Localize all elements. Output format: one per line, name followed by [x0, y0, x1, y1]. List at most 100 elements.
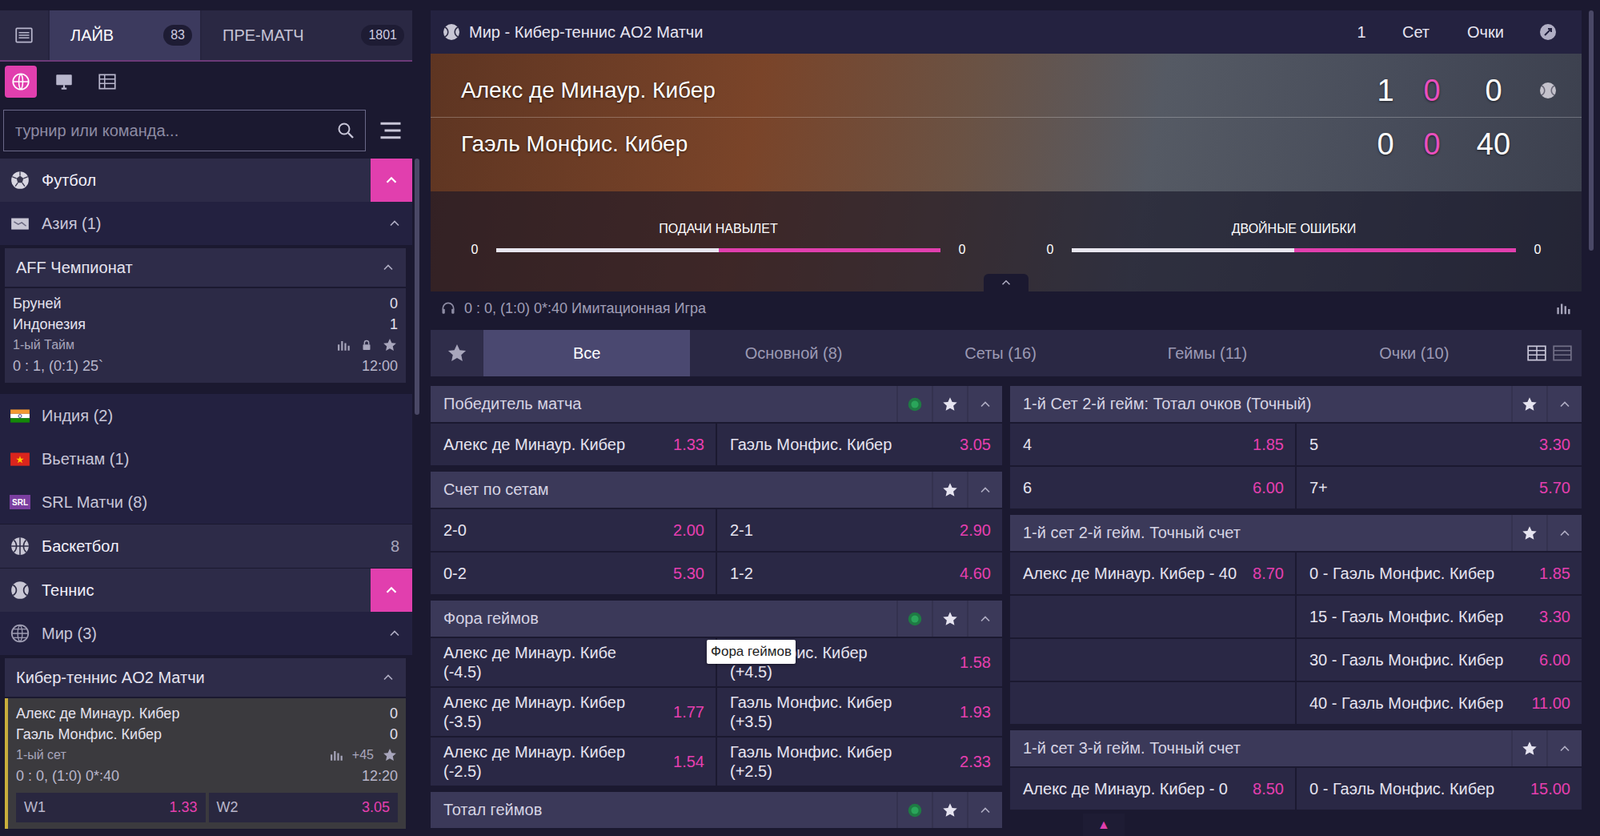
filter-menu-icon[interactable] — [378, 118, 403, 143]
match-card[interactable]: Бруней0Индонезия11-ый Тайм0 : 1, (0:1) 2… — [4, 288, 406, 383]
market-tab[interactable]: Очки (10) — [1311, 329, 1518, 377]
market-tab[interactable]: Геймы (11) — [1103, 329, 1311, 377]
view-mode[interactable] — [4, 65, 37, 98]
view-mode[interactable] — [91, 65, 124, 98]
market-header[interactable]: 1-й сет 3-й гейм. Точный счет — [1010, 729, 1582, 766]
collapse-slot[interactable] — [1546, 514, 1582, 551]
favorite-slot[interactable] — [931, 600, 967, 637]
odds-cell[interactable]: 1-24.60 — [717, 552, 1003, 594]
collapse-button[interactable] — [370, 259, 406, 276]
favorites-tab[interactable] — [430, 329, 484, 377]
league-item[interactable]: AFF Чемпионат — [4, 248, 406, 287]
menu-box[interactable] — [0, 10, 49, 61]
collapse-button[interactable] — [370, 568, 413, 612]
region-item[interactable]: Азия (1) — [0, 201, 413, 245]
market-tab[interactable]: Все — [483, 329, 690, 377]
collapse-slot[interactable] — [1546, 729, 1582, 766]
odds-cell[interactable]: 66.00 — [1010, 466, 1296, 509]
sport-item[interactable]: Баскетбол8 — [0, 523, 413, 568]
league-item[interactable]: Кибер-теннис AO2 Матчи — [4, 657, 406, 697]
view-mode[interactable] — [48, 65, 81, 98]
collapse-tab[interactable] — [983, 273, 1029, 292]
favorite-slot[interactable] — [1511, 385, 1547, 422]
odds-cell[interactable]: 30 - Гаэль Монфис. Кибер6.00 — [1296, 638, 1582, 681]
stats-icon[interactable] — [328, 746, 345, 763]
odds-cell[interactable]: 2-02.00 — [430, 509, 716, 551]
collapse-button[interactable] — [376, 215, 413, 232]
sidebar-scrollbar[interactable] — [412, 10, 422, 836]
star-icon[interactable] — [381, 336, 398, 353]
search-icon[interactable] — [336, 120, 356, 141]
market-header[interactable]: Победитель матча — [430, 385, 1003, 422]
top-tab[interactable]: ПРЕ-МАТЧ1801 — [201, 10, 413, 61]
stats-icon[interactable] — [335, 336, 352, 353]
list-icon[interactable] — [13, 24, 35, 46]
scroll-thumb[interactable] — [414, 158, 420, 415]
odds-cell[interactable]: 40 - Гаэль Монфис. Кибер11.00 — [1296, 681, 1582, 724]
list-layout-icon[interactable] — [1551, 342, 1573, 364]
market-header[interactable]: Фора геймов — [430, 600, 1003, 637]
odds-cell[interactable]: Алекс де Минаур. Кибер1.33 — [430, 423, 716, 466]
collapse-slot[interactable] — [1546, 385, 1582, 422]
market-tab[interactable]: Сеты (16) — [897, 329, 1104, 377]
odds-cell[interactable]: 7+5.70 — [1296, 466, 1582, 509]
collapse-slot[interactable] — [966, 600, 1003, 637]
collapse-slot[interactable] — [966, 471, 1003, 508]
odd-button[interactable]: W11.33 — [16, 792, 206, 823]
live-stream-icon[interactable] — [906, 801, 924, 819]
market-tab[interactable]: Основной (8) — [689, 329, 897, 377]
odds-cell[interactable]: 15 - Гаэль Монфис. Кибер3.30 — [1296, 595, 1582, 638]
odds-cell[interactable]: Гаэль Монфис. Кибер(+2.5)2.33 — [717, 737, 1003, 786]
scroll-thumb[interactable] — [1588, 10, 1594, 251]
market-header[interactable]: 1-й сет 2-й гейм. Точный счет — [1010, 514, 1582, 551]
match-card[interactable]: Алекс де Минаур. Кибер0Гаэль Монфис. Киб… — [4, 697, 406, 829]
odds-cell[interactable]: Алекс де Минаур. Кибер - 408.70 — [1010, 552, 1296, 594]
odds-cell[interactable]: Алекс де Минаур. Кибер(-2.5)1.54 — [430, 737, 716, 786]
odd-button[interactable]: W23.05 — [208, 792, 399, 823]
sport-item[interactable]: Футбол — [0, 157, 413, 202]
live-stream-icon[interactable] — [906, 395, 924, 414]
odds-cell[interactable]: 0 - Гаэль Монфис. Кибер1.85 — [1296, 552, 1582, 594]
favorite-slot[interactable] — [931, 471, 967, 508]
star-icon[interactable] — [381, 746, 398, 763]
collapse-button[interactable] — [370, 669, 406, 686]
odds-cell[interactable]: 0-25.30 — [430, 552, 716, 594]
odds-cell[interactable]: 53.30 — [1296, 423, 1582, 466]
stats-icon[interactable] — [1554, 299, 1572, 317]
main-scrollbar[interactable] — [1581, 10, 1600, 836]
odds-cell[interactable]: 2-12.90 — [717, 509, 1003, 551]
favorite-slot[interactable] — [931, 385, 967, 422]
collapse-button[interactable] — [376, 625, 413, 642]
collapse-button[interactable] — [370, 158, 413, 202]
top-tab[interactable]: ЛАЙВ83 — [49, 10, 201, 61]
favorite-slot[interactable] — [1511, 514, 1547, 551]
odds-cell[interactable]: 41.85 — [1010, 423, 1296, 466]
collapse-slot[interactable] — [966, 791, 1003, 828]
region-item[interactable]: SRLSRL Матчи (8) — [0, 480, 413, 524]
quick-odds: W11.33W23.05 — [16, 792, 398, 823]
headset-icon — [440, 300, 457, 317]
market-header[interactable]: 1-й Сет 2-й гейм: Тотал очков (Точный) — [1010, 385, 1582, 422]
favorite-slot[interactable] — [931, 791, 967, 828]
toggle-icon[interactable] — [1538, 22, 1558, 42]
odds-cell[interactable]: Алекс де Минаур. Кибе(-4.5) — [430, 637, 716, 686]
region-item[interactable]: Мир (3) — [0, 611, 413, 655]
market-header[interactable]: Тотал геймов — [430, 791, 1003, 828]
live-stream-icon[interactable] — [906, 609, 924, 628]
odds-cell[interactable]: Алекс де Минаур. Кибер - 08.50 — [1010, 767, 1296, 810]
odds-cell[interactable]: 0 - Гаэль Монфис. Кибер15.00 — [1296, 767, 1582, 810]
grid-layout-icon[interactable] — [1526, 342, 1548, 364]
collapse-slot[interactable] — [966, 385, 1003, 422]
search-input[interactable] — [13, 120, 337, 141]
scroll-top-button[interactable]: ▲ — [1082, 813, 1125, 836]
market-header[interactable]: Счет по сетам — [430, 471, 1003, 508]
search-field[interactable] — [3, 109, 366, 152]
markets-count[interactable]: +45 — [352, 747, 374, 762]
odds-cell[interactable]: Гаэль Монфис. Кибер(+3.5)1.93 — [717, 687, 1003, 736]
odds-cell[interactable]: Гаэль Монфис. Кибер3.05 — [717, 423, 1003, 466]
odds-cell[interactable]: Алекс де Минаур. Кибер(-3.5)1.77 — [430, 687, 716, 736]
favorite-slot[interactable] — [1511, 729, 1547, 766]
region-item[interactable]: Индия (2) — [0, 393, 413, 438]
region-item[interactable]: Вьетнам (1) — [0, 437, 413, 481]
sport-item[interactable]: Теннис — [0, 567, 413, 612]
